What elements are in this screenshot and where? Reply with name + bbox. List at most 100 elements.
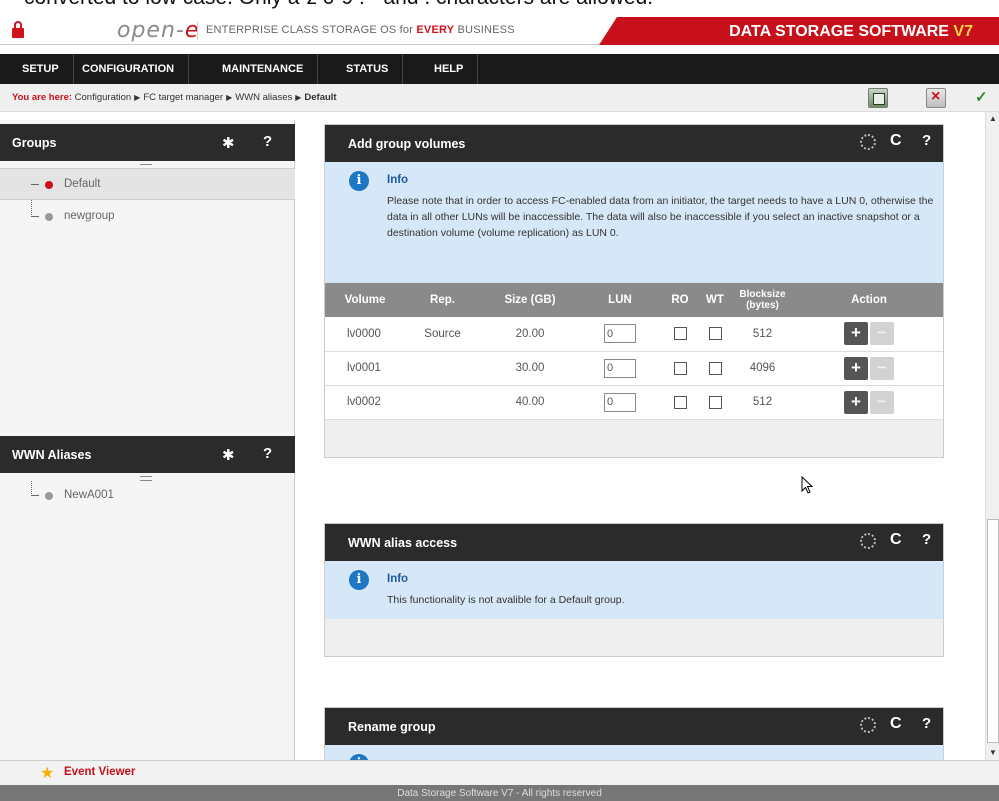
help-icon[interactable]: ? (263, 445, 272, 462)
info-title: Info (387, 573, 409, 585)
main-content: Add group volumes C ? i Info Please note… (296, 120, 985, 760)
card-footer (325, 619, 943, 656)
menu-setup[interactable]: SETUP (8, 54, 74, 84)
rename-group-card: Rename group C ? i (324, 707, 944, 760)
wt-checkbox[interactable] (708, 395, 722, 409)
scroll-thumb[interactable] (987, 519, 999, 743)
group-item-newgroup[interactable]: newgroup (0, 201, 295, 233)
volume-name: lv0002 (325, 385, 405, 420)
volume-size: 30.00 (480, 351, 580, 386)
volume-rep (405, 351, 480, 386)
breadcrumb-fc-target-manager[interactable]: FC target manager (143, 92, 223, 103)
spinner-icon[interactable] (860, 717, 876, 733)
star-icon: ★ (40, 765, 55, 782)
help-icon[interactable]: ? (263, 133, 272, 150)
scroll-up-icon[interactable]: ▲ (986, 112, 999, 126)
ro-checkbox[interactable] (673, 395, 687, 409)
info-text: This functionality is not avalible for a… (387, 594, 625, 606)
volume-size: 40.00 (480, 385, 580, 420)
table-row: lv0000 Source 20.00 512 +− (325, 317, 943, 352)
info-icon: i (349, 570, 369, 590)
menu-status[interactable]: STATUS (332, 54, 404, 84)
column-header: Volume (325, 283, 405, 317)
lun-input[interactable] (604, 324, 636, 344)
wt-checkbox[interactable] (708, 327, 722, 341)
info-box: i Info Please note that in order to acce… (325, 162, 943, 283)
main-menu: SETUP CONFIGURATION MAINTENANCE STATUS H… (0, 54, 999, 84)
scrollbar[interactable]: ▲ ▼ (985, 112, 999, 760)
lock-icon (12, 21, 24, 39)
info-title: Info (387, 174, 409, 186)
help-icon[interactable]: ? (922, 531, 931, 548)
ro-checkbox[interactable] (673, 361, 687, 375)
blocksize: 512 (730, 385, 795, 420)
spinner-icon[interactable] (860, 533, 876, 549)
footer: Data Storage Software V7 - All rights re… (0, 785, 999, 801)
aliases-panel-header: WWN Aliases ✱ ? (0, 436, 295, 473)
gear-icon[interactable]: ✱ (222, 134, 235, 152)
add-volume-button[interactable]: + (844, 356, 868, 380)
add-volume-button[interactable]: + (844, 390, 868, 414)
column-header: Blocksize (bytes) (730, 283, 795, 317)
breadcrumb: You are here: Configuration ▶ FC target ma… (12, 92, 337, 103)
card-header: WWN alias access C ? (325, 524, 943, 561)
close-icon[interactable] (926, 88, 946, 108)
card-title: Rename group (348, 720, 436, 734)
help-icon[interactable]: ? (922, 132, 931, 149)
scroll-down-icon[interactable]: ▼ (986, 746, 999, 760)
volume-name: lv0000 (325, 317, 405, 352)
card-header: Rename group C ? (325, 708, 943, 745)
refresh-icon[interactable]: C (890, 132, 902, 150)
volume-name: lv0001 (325, 351, 405, 386)
blocksize: 512 (730, 317, 795, 352)
spinner-icon[interactable] (860, 134, 876, 150)
gear-icon[interactable]: ✱ (222, 446, 235, 464)
lun-input[interactable] (604, 392, 636, 412)
brand-title: DATA STORAGE SOFTWARE V7 (729, 23, 973, 40)
check-icon[interactable] (972, 88, 992, 108)
card-footer (325, 419, 943, 457)
table-row: lv0002 40.00 512 +− (325, 385, 943, 420)
menu-maintenance[interactable]: MAINTENANCE (208, 54, 319, 84)
remove-volume-button[interactable]: − (870, 322, 894, 346)
group-label: Default (64, 178, 101, 190)
breadcrumb-arrow-icon: ▶ (295, 93, 302, 102)
volume-rep (405, 385, 480, 420)
wwn-alias-access-card: WWN alias access C ? i Info This functio… (324, 523, 944, 657)
breadcrumb-arrow-icon: ▶ (134, 93, 141, 102)
status-dot (45, 181, 53, 189)
alias-label: NewA001 (64, 489, 114, 501)
refresh-icon[interactable]: C (890, 531, 902, 549)
logo: open-e (117, 18, 200, 43)
column-header: WT (700, 283, 730, 317)
menu-configuration[interactable]: CONFIGURATION (68, 54, 190, 84)
info-box: i (325, 745, 943, 760)
groups-panel-header: Groups ✱ ? (0, 124, 295, 161)
lun-input[interactable] (604, 358, 636, 378)
card-header: Add group volumes C ? (325, 125, 943, 162)
breadcrumb-current: Default (304, 92, 337, 103)
refresh-icon[interactable]: C (890, 715, 902, 733)
left-panel: Groups ✱ ? Default newgroup WWN Aliases … (0, 120, 295, 760)
group-item-default[interactable]: Default (0, 168, 295, 200)
info-box: i Info This functionality is not avalibl… (325, 561, 943, 619)
remove-volume-button[interactable]: − (870, 356, 894, 380)
alias-item-newa001[interactable]: NewA001 (0, 480, 295, 512)
event-viewer-link[interactable]: Event Viewer (64, 766, 135, 778)
breadcrumb-wwn-aliases[interactable]: WWN aliases (235, 92, 292, 103)
menu-help[interactable]: HELP (420, 54, 479, 84)
tagline: ENTERPRISE CLASS STORAGE OS for EVERY BU… (206, 24, 515, 36)
hardware-icon[interactable] (868, 88, 888, 108)
ro-checkbox[interactable] (673, 327, 687, 341)
remove-volume-button[interactable]: − (870, 390, 894, 414)
breadcrumb-configuration[interactable]: Configuration (75, 92, 132, 103)
column-header: Size (GB) (480, 283, 580, 317)
wt-checkbox[interactable] (708, 361, 722, 375)
column-header: RO (660, 283, 700, 317)
add-volume-button[interactable]: + (844, 322, 868, 346)
header-divider (197, 22, 198, 40)
info-icon: i (349, 171, 369, 191)
event-viewer-bar: ★ Event Viewer (0, 760, 999, 785)
groups-title: Groups (12, 136, 57, 150)
help-icon[interactable]: ? (922, 715, 931, 732)
